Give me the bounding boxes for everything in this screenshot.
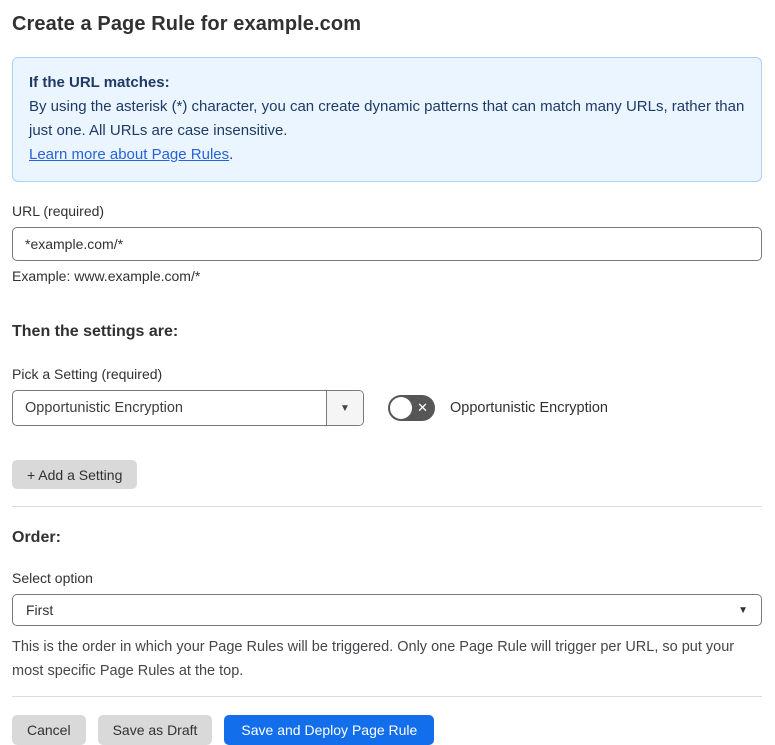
cancel-button[interactable]: Cancel xyxy=(12,715,86,745)
url-field-label: URL (required) xyxy=(12,203,105,219)
save-as-draft-button[interactable]: Save as Draft xyxy=(97,715,213,745)
divider xyxy=(12,696,762,697)
page-title: Create a Page Rule for example.com xyxy=(12,13,362,35)
opportunistic-encryption-toggle[interactable]: ✕ xyxy=(388,395,435,421)
add-setting-button[interactable]: + Add a Setting xyxy=(12,460,138,489)
footer-actions: Cancel Save as Draft Save and Deploy Pag… xyxy=(12,715,762,745)
url-match-info-box: If the URL matches: By using the asteris… xyxy=(12,57,762,182)
divider xyxy=(12,506,762,507)
url-input[interactable] xyxy=(12,227,762,261)
settings-section-heading: Then the settings are: xyxy=(12,323,179,340)
chevron-down-icon: ▼ xyxy=(340,402,350,414)
info-box-heading: If the URL matches: xyxy=(29,74,170,91)
info-box-body: By using the asterisk (*) character, you… xyxy=(29,98,745,139)
url-example-text: Example: www.example.com/* xyxy=(12,268,201,284)
toggle-off-x-icon: ✕ xyxy=(417,400,428,415)
setting-toggle-group: ✕ Opportunistic Encryption xyxy=(388,395,608,421)
order-select-label: Select option xyxy=(12,570,93,586)
order-section-heading: Order: xyxy=(12,529,61,546)
order-select-value: First xyxy=(26,602,54,618)
chevron-down-icon: ▼ xyxy=(738,604,748,616)
pick-setting-label: Pick a Setting (required) xyxy=(12,366,163,382)
setting-select-arrow-button[interactable]: ▼ xyxy=(326,391,363,425)
order-help-text: This is the order in which your Page Rul… xyxy=(12,639,735,679)
link-period: . xyxy=(229,146,234,163)
setting-row: Opportunistic Encryption ▼ ✕ Opportunist… xyxy=(12,390,762,426)
toggle-label: Opportunistic Encryption xyxy=(450,400,608,416)
info-box-link-line: Learn more about Page Rules. xyxy=(29,143,745,167)
learn-more-link[interactable]: Learn more about Page Rules xyxy=(29,146,229,163)
toggle-knob xyxy=(390,397,412,419)
setting-select-value: Opportunistic Encryption xyxy=(25,400,183,416)
save-and-deploy-button[interactable]: Save and Deploy Page Rule xyxy=(224,715,435,745)
order-select[interactable]: First ▼ xyxy=(12,594,762,626)
create-page-rule-form: Create a Page Rule for example.com If th… xyxy=(0,0,775,745)
setting-select[interactable]: Opportunistic Encryption ▼ xyxy=(12,390,364,426)
